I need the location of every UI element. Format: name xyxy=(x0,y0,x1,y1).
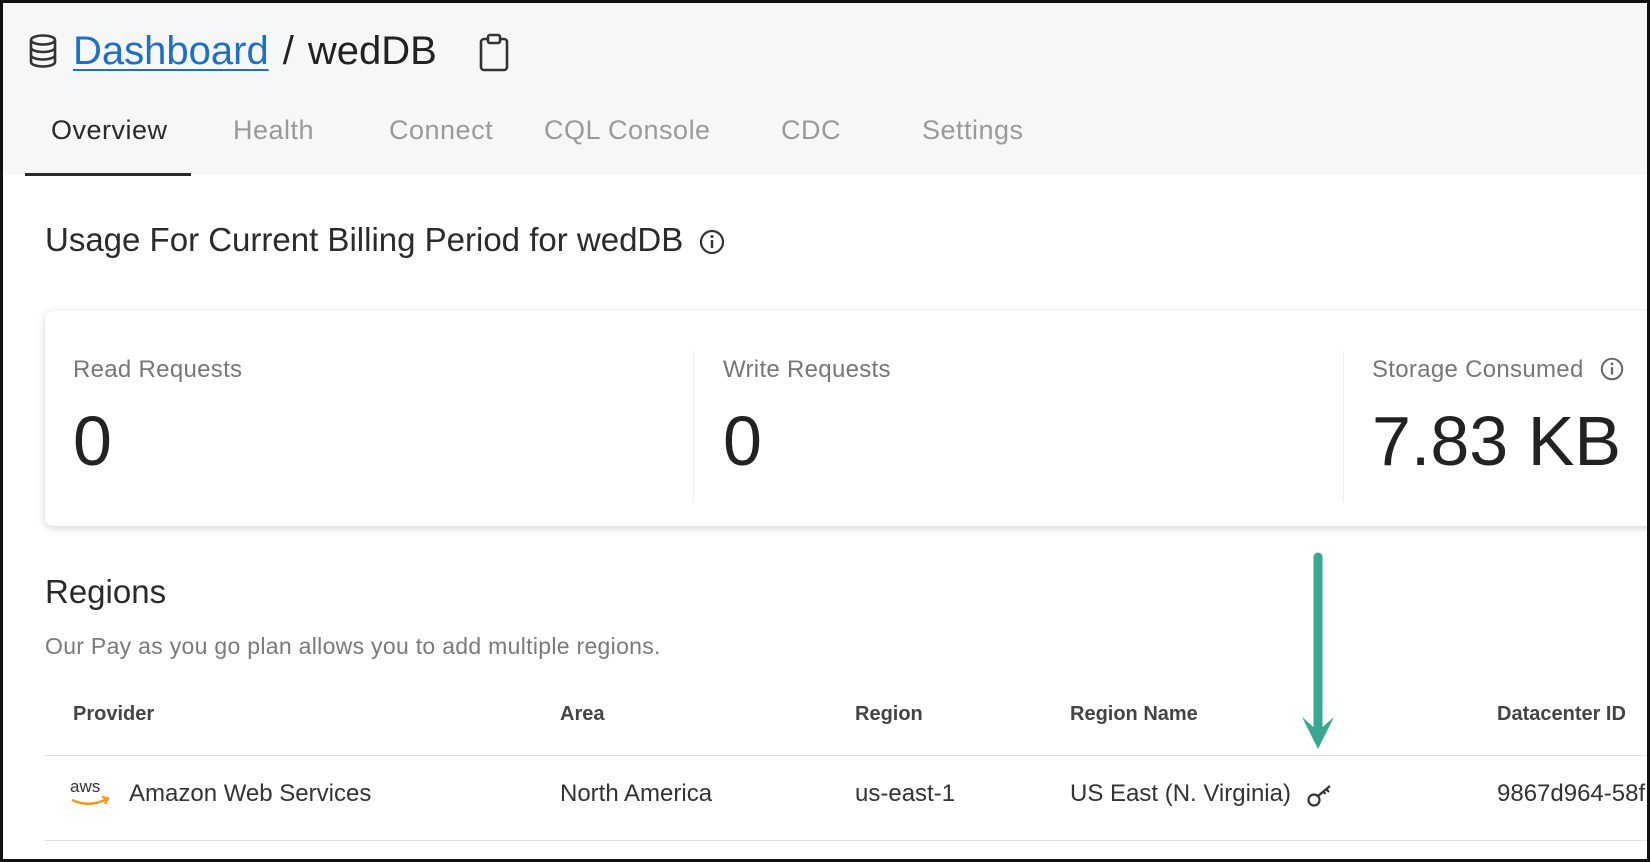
metric-label: Write Requests xyxy=(723,356,891,383)
region-name-text: US East (N. Virginia) xyxy=(1070,780,1291,807)
regions-subtitle: Our Pay as you go plan allows you to add… xyxy=(45,633,661,659)
header: Dashboard / wedDB Overview Health Connect … xyxy=(3,3,1647,176)
metric-value: 0 xyxy=(73,402,112,480)
column-header-region-name: Region Name xyxy=(1070,703,1198,725)
metric-label-text: Storage Consumed xyxy=(1372,356,1584,383)
tab-overview[interactable]: Overview xyxy=(25,108,191,176)
clipboard-icon[interactable] xyxy=(478,33,510,73)
table-row-divider xyxy=(45,840,1647,841)
metric-value: 0 xyxy=(723,402,762,480)
column-header-region: Region xyxy=(855,703,923,725)
arrow-down-annotation xyxy=(1302,552,1334,749)
metric-write-requests: Write Requests 0 xyxy=(723,311,1303,526)
column-header-datacenter-id: Datacenter ID xyxy=(1497,703,1626,725)
column-header-area: Area xyxy=(560,703,605,725)
usage-title-text: Usage For Current Billing Period for wed… xyxy=(45,221,684,258)
usage-card: Read Requests 0 Write Requests 0 Storage… xyxy=(45,311,1647,526)
cell-provider: Amazon Web Services xyxy=(129,780,372,807)
table-header-divider xyxy=(45,755,1647,756)
cell-datacenter-id: 9867d964-58f xyxy=(1497,780,1646,807)
cell-area: North America xyxy=(560,780,713,807)
key-icon[interactable] xyxy=(1306,781,1334,809)
metric-label: Storage Consumed xyxy=(1372,356,1625,384)
cell-region-name: US East (N. Virginia) xyxy=(1070,780,1334,809)
cell-region: us-east-1 xyxy=(855,780,956,807)
info-icon[interactable] xyxy=(698,228,726,256)
aws-logo-icon: aws xyxy=(70,777,110,806)
svg-text:aws: aws xyxy=(70,777,100,796)
metric-label: Read Requests xyxy=(73,356,243,383)
info-icon[interactable] xyxy=(1599,356,1625,382)
breadcrumb-current-database: wedDB xyxy=(307,29,437,73)
breadcrumb: Dashboard / wedDB xyxy=(73,25,437,77)
metric-storage-consumed: Storage Consumed 7.83 KB xyxy=(1372,311,1647,526)
metric-divider xyxy=(1343,351,1344,501)
metric-value: 7.83 KB xyxy=(1372,402,1622,480)
metric-read-requests: Read Requests 0 xyxy=(73,311,653,526)
usage-section-title: Usage For Current Billing Period for wed… xyxy=(45,221,726,259)
tab-health[interactable]: Health xyxy=(233,108,314,176)
database-icon xyxy=(29,34,57,68)
metric-divider xyxy=(693,351,694,501)
breadcrumb-dashboard-link[interactable]: Dashboard xyxy=(73,29,269,73)
regions-title: Regions xyxy=(45,573,167,610)
tab-cql-console[interactable]: CQL Console xyxy=(544,108,711,176)
tab-connect[interactable]: Connect xyxy=(389,108,493,176)
tab-cdc[interactable]: CDC xyxy=(781,108,841,176)
column-header-provider: Provider xyxy=(73,703,155,725)
page-frame: Dashboard / wedDB Overview Health Connect … xyxy=(0,0,1650,862)
tab-settings[interactable]: Settings xyxy=(922,108,1024,176)
breadcrumb-separator: / xyxy=(282,29,294,73)
